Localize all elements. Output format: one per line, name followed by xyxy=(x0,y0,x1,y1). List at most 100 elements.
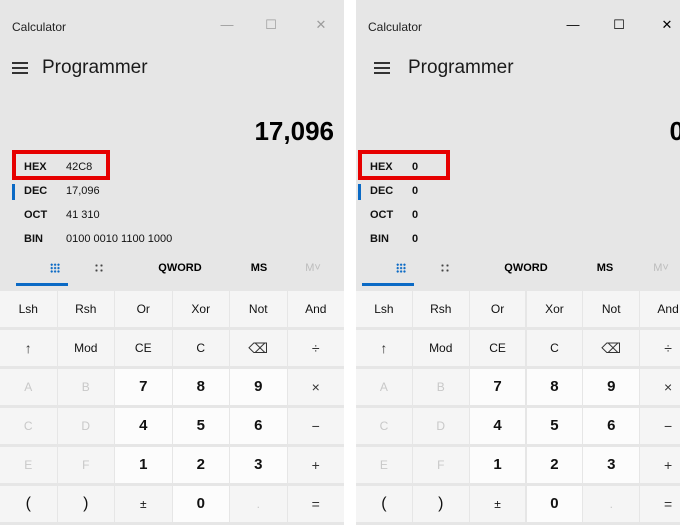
keypad-grid-icon[interactable] xyxy=(40,262,70,274)
close-button[interactable]: ✕ xyxy=(652,14,680,36)
hex-e-key[interactable]: E xyxy=(356,447,412,483)
close-paren-key[interactable]: ) xyxy=(57,486,114,522)
hex-a-key[interactable]: A xyxy=(0,369,57,405)
mod-key[interactable]: Mod xyxy=(57,330,114,366)
radix-dec-row[interactable]: DEC 0 xyxy=(356,180,680,204)
equals-key[interactable]: = xyxy=(287,486,344,522)
or-key[interactable]: Or xyxy=(115,291,172,327)
hamburger-menu-icon[interactable] xyxy=(12,62,28,76)
mod-key[interactable]: Mod xyxy=(412,330,469,366)
ce-key[interactable]: CE xyxy=(115,330,172,366)
negate-key[interactable]: ± xyxy=(469,486,526,522)
and-key[interactable]: And xyxy=(287,291,344,327)
memory-list-button[interactable]: M˅ xyxy=(646,262,676,274)
digit-8-key[interactable]: 8 xyxy=(172,369,229,405)
or-key[interactable]: Or xyxy=(469,291,526,327)
radix-oct-row[interactable]: OCT 0 xyxy=(356,204,680,228)
up-arrow-key[interactable]: ↑ xyxy=(356,330,412,366)
bit-toggle-icon[interactable] xyxy=(430,262,460,274)
backspace-key[interactable]: ⌫ xyxy=(230,330,287,366)
ce-key[interactable]: CE xyxy=(469,330,526,366)
digit-6-key[interactable]: 6 xyxy=(583,408,640,444)
open-paren-key[interactable]: ( xyxy=(356,486,412,522)
hex-b-key[interactable]: B xyxy=(57,369,114,405)
divide-key[interactable]: ÷ xyxy=(287,330,344,366)
radix-bin-row[interactable]: BIN 0 xyxy=(356,228,680,252)
subtract-key[interactable]: − xyxy=(287,408,344,444)
equals-key[interactable]: = xyxy=(640,486,680,522)
digit-1-key[interactable]: 1 xyxy=(115,447,172,483)
up-arrow-key[interactable]: ↑ xyxy=(0,330,57,366)
divide-key[interactable]: ÷ xyxy=(640,330,680,366)
add-key[interactable]: + xyxy=(640,447,680,483)
backspace-key[interactable]: ⌫ xyxy=(583,330,640,366)
radix-oct-row[interactable]: OCT 41 310 xyxy=(0,204,344,228)
subtract-key[interactable]: − xyxy=(640,408,680,444)
multiply-key[interactable]: × xyxy=(287,369,344,405)
not-key[interactable]: Not xyxy=(583,291,640,327)
digit-2-key[interactable]: 2 xyxy=(526,447,583,483)
maximize-button[interactable]: ☐ xyxy=(604,14,634,36)
memory-list-button[interactable]: M˅ xyxy=(298,262,328,274)
hex-a-key[interactable]: A xyxy=(356,369,412,405)
hex-d-key[interactable]: D xyxy=(57,408,114,444)
hex-b-key[interactable]: B xyxy=(412,369,469,405)
hex-f-key[interactable]: F xyxy=(412,447,469,483)
not-key[interactable]: Not xyxy=(230,291,287,327)
digit-4-key[interactable]: 4 xyxy=(469,408,526,444)
maximize-button[interactable]: ☐ xyxy=(256,14,286,36)
word-size-button[interactable]: QWORD xyxy=(494,262,558,274)
digit-1-key[interactable]: 1 xyxy=(469,447,526,483)
radix-dec-row[interactable]: DEC 17,096 xyxy=(0,180,344,204)
and-key[interactable]: And xyxy=(640,291,680,327)
hex-c-key[interactable]: C xyxy=(356,408,412,444)
decimal-key[interactable]: . xyxy=(583,486,640,522)
hex-c-key[interactable]: C xyxy=(0,408,57,444)
add-key[interactable]: + xyxy=(287,447,344,483)
word-size-button[interactable]: QWORD xyxy=(148,262,212,274)
hex-f-key[interactable]: F xyxy=(57,447,114,483)
negate-key[interactable]: ± xyxy=(115,486,172,522)
minimize-button[interactable]: — xyxy=(558,14,588,36)
digit-3-key[interactable]: 3 xyxy=(583,447,640,483)
hex-d-key[interactable]: D xyxy=(412,408,469,444)
digit-7-key[interactable]: 7 xyxy=(115,369,172,405)
keypad-grid-icon[interactable] xyxy=(386,262,416,274)
title-bar[interactable]: Calculator — ☐ ✕ xyxy=(356,0,680,40)
rsh-key[interactable]: Rsh xyxy=(412,291,469,327)
radix-value: 0100 0010 1100 1000 xyxy=(66,233,173,245)
memory-store-button[interactable]: MS xyxy=(590,262,620,274)
bit-toggle-icon[interactable] xyxy=(84,262,114,274)
radix-label: OCT xyxy=(24,209,48,221)
decimal-key[interactable]: . xyxy=(230,486,287,522)
xor-key[interactable]: Xor xyxy=(526,291,583,327)
close-paren-key[interactable]: ) xyxy=(412,486,469,522)
digit-9-key[interactable]: 9 xyxy=(230,369,287,405)
open-paren-key[interactable]: ( xyxy=(0,486,57,522)
clear-key[interactable]: C xyxy=(172,330,229,366)
digit-3-key[interactable]: 3 xyxy=(230,447,287,483)
digit-4-key[interactable]: 4 xyxy=(115,408,172,444)
xor-key[interactable]: Xor xyxy=(172,291,229,327)
multiply-key[interactable]: × xyxy=(640,369,680,405)
memory-store-button[interactable]: MS xyxy=(244,262,274,274)
minimize-button[interactable]: — xyxy=(212,14,242,36)
digit-0-key[interactable]: 0 xyxy=(526,486,583,522)
digit-9-key[interactable]: 9 xyxy=(583,369,640,405)
digit-5-key[interactable]: 5 xyxy=(172,408,229,444)
radix-bin-row[interactable]: BIN 0100 0010 1100 1000 xyxy=(0,228,344,252)
digit-6-key[interactable]: 6 xyxy=(230,408,287,444)
digit-7-key[interactable]: 7 xyxy=(469,369,526,405)
lsh-key[interactable]: Lsh xyxy=(0,291,57,327)
close-button[interactable]: ✕ xyxy=(306,14,336,36)
digit-8-key[interactable]: 8 xyxy=(526,369,583,405)
lsh-key[interactable]: Lsh xyxy=(356,291,412,327)
hamburger-menu-icon[interactable] xyxy=(374,62,390,76)
title-bar[interactable]: Calculator — ☐ ✕ xyxy=(0,0,344,40)
digit-5-key[interactable]: 5 xyxy=(526,408,583,444)
digit-2-key[interactable]: 2 xyxy=(172,447,229,483)
clear-key[interactable]: C xyxy=(526,330,583,366)
digit-0-key[interactable]: 0 xyxy=(172,486,229,522)
hex-e-key[interactable]: E xyxy=(0,447,57,483)
rsh-key[interactable]: Rsh xyxy=(57,291,114,327)
